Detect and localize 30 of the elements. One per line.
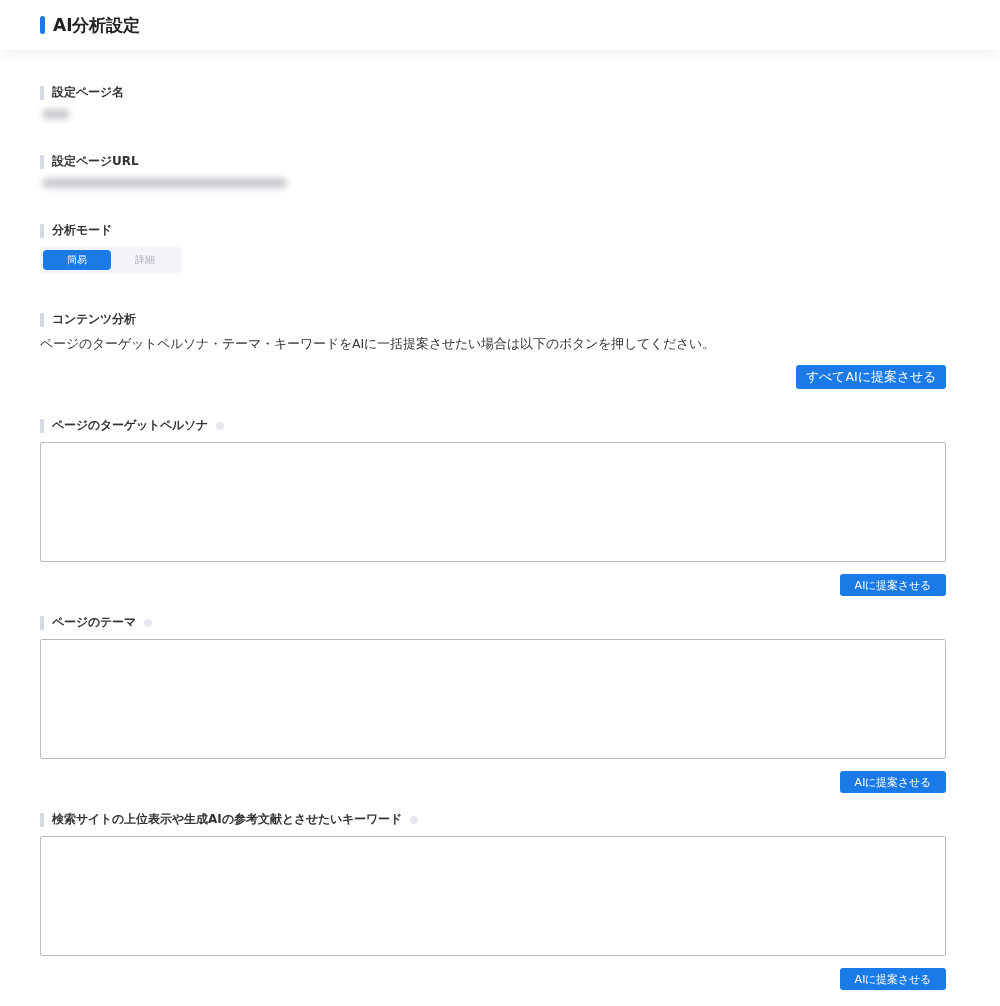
suggest-button[interactable]: AIに提案させる — [840, 771, 946, 793]
help-icon[interactable] — [144, 618, 152, 627]
section-label: 設定ページURL — [52, 153, 139, 170]
section-label: コンテンツ分析 — [52, 311, 136, 328]
title-accent — [40, 16, 45, 34]
suggest-button[interactable]: AIに提案させる — [840, 968, 946, 990]
help-icon[interactable] — [409, 815, 418, 824]
text-area[interactable] — [40, 639, 946, 759]
section-label: 設定ページ名 — [52, 84, 124, 101]
label-marker — [40, 312, 44, 327]
section-label: 検索サイトの上位表示や生成AIの参考文献とさせたいキーワード — [52, 811, 402, 828]
label-marker — [40, 615, 44, 630]
text-area[interactable] — [40, 442, 946, 562]
mode-option[interactable]: 簡易 — [43, 250, 111, 270]
label-marker — [40, 223, 44, 238]
page-title: AI分析設定 — [53, 13, 141, 37]
label-marker — [40, 154, 44, 169]
blurred-value — [42, 109, 70, 119]
help-icon[interactable] — [216, 421, 224, 430]
section-label: ページのターゲットペルソナ — [52, 417, 208, 434]
description-text: ページのターゲットペルソナ・テーマ・キーワードをAIに一括提案させたい場合は以下のボタンを押してください。 — [40, 336, 717, 353]
label-marker — [40, 812, 44, 827]
label-marker — [40, 418, 44, 433]
label-marker — [40, 85, 44, 100]
section-label: ページのテーマ — [52, 614, 136, 631]
text-area[interactable] — [40, 836, 946, 956]
suggest-button[interactable]: AIに提案させる — [840, 574, 946, 596]
suggest-all-button[interactable]: すべてAIに提案させる — [796, 365, 946, 389]
section-label: 分析モード — [52, 222, 112, 239]
mode-option[interactable]: 詳細 — [111, 250, 179, 270]
